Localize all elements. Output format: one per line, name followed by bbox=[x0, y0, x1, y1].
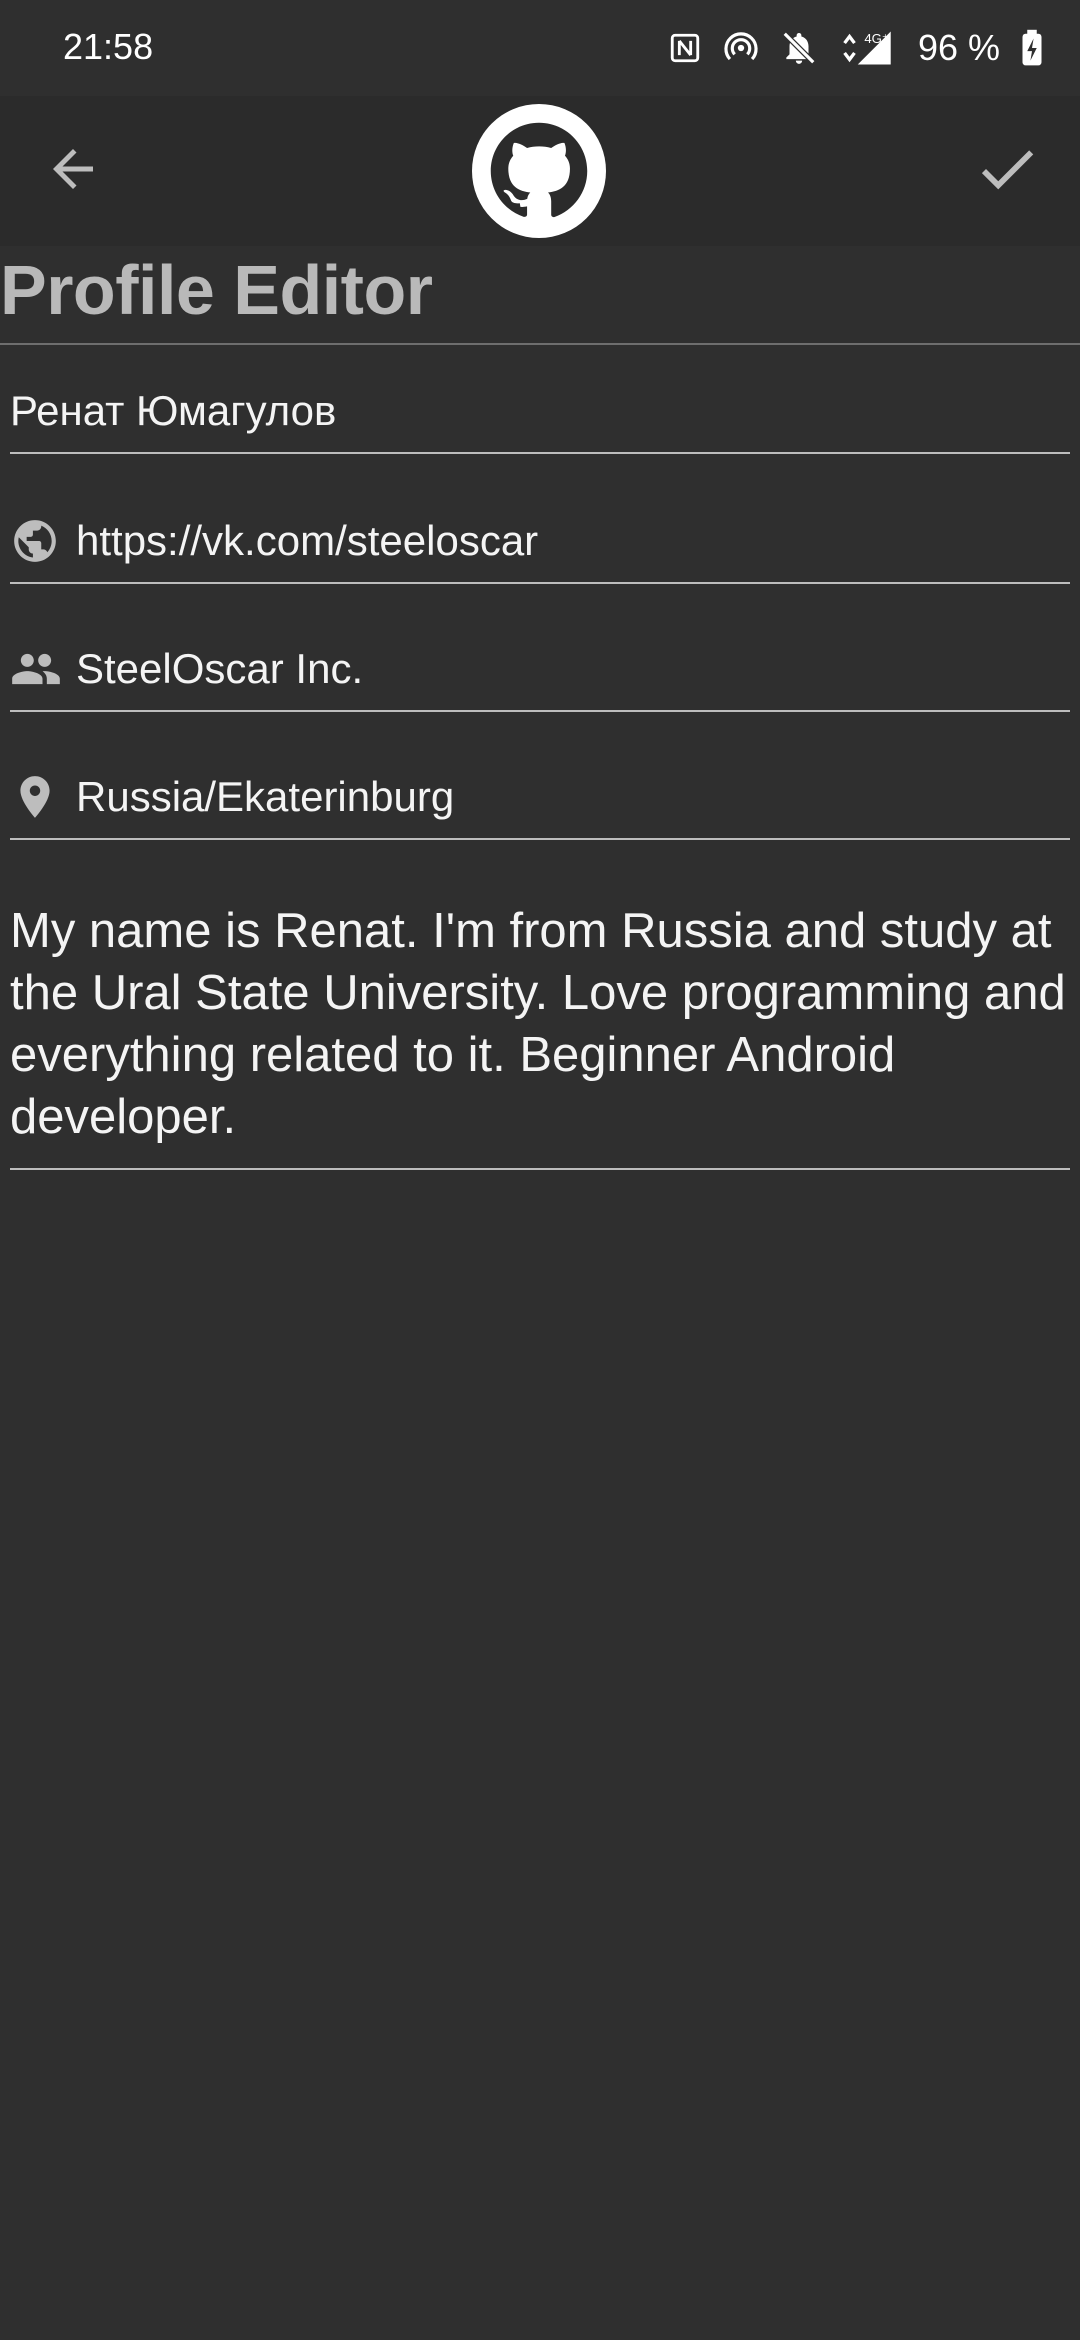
battery-percent: 96 % bbox=[917, 27, 1000, 68]
status-time: 21:58 bbox=[63, 26, 154, 67]
bio-field[interactable]: My name is Renat. I'm from Russia and st… bbox=[10, 900, 1070, 1170]
arrow-back-icon bbox=[43, 139, 103, 204]
battery-charging-icon bbox=[1020, 29, 1044, 67]
status-bar: 21:58 4G⁺ 96 % bbox=[0, 0, 1080, 96]
location-pin-icon bbox=[10, 769, 66, 825]
bell-off-icon bbox=[780, 29, 818, 67]
people-icon bbox=[10, 641, 66, 697]
app-bar bbox=[0, 96, 1080, 246]
blog-field[interactable]: https://vk.com/steeloscar bbox=[10, 500, 1070, 584]
globe-icon bbox=[10, 513, 66, 569]
name-field-value: Ренат Юмагулов bbox=[10, 387, 337, 434]
hotspot-icon bbox=[722, 29, 760, 67]
nfc-icon bbox=[668, 31, 702, 65]
signal-icon: 4G⁺ bbox=[838, 28, 894, 68]
location-field[interactable]: Russia/Ekaterinburg bbox=[10, 756, 1070, 840]
title-divider bbox=[0, 343, 1080, 345]
status-icons: 4G⁺ 96 % bbox=[668, 22, 1044, 74]
company-field[interactable]: SteelOscar Inc. bbox=[10, 628, 1070, 712]
network-type: 4G⁺ bbox=[864, 31, 889, 46]
save-button[interactable] bbox=[970, 134, 1044, 208]
back-button[interactable] bbox=[36, 134, 110, 208]
check-icon bbox=[972, 134, 1042, 209]
github-logo bbox=[472, 104, 606, 238]
company-field-value: SteelOscar Inc. bbox=[76, 645, 364, 692]
page-title: Profile Editor bbox=[0, 251, 433, 329]
blog-field-value: https://vk.com/steeloscar bbox=[76, 517, 539, 564]
name-field[interactable]: Ренат Юмагулов bbox=[10, 370, 1070, 454]
location-field-value: Russia/Ekaterinburg bbox=[76, 773, 455, 820]
